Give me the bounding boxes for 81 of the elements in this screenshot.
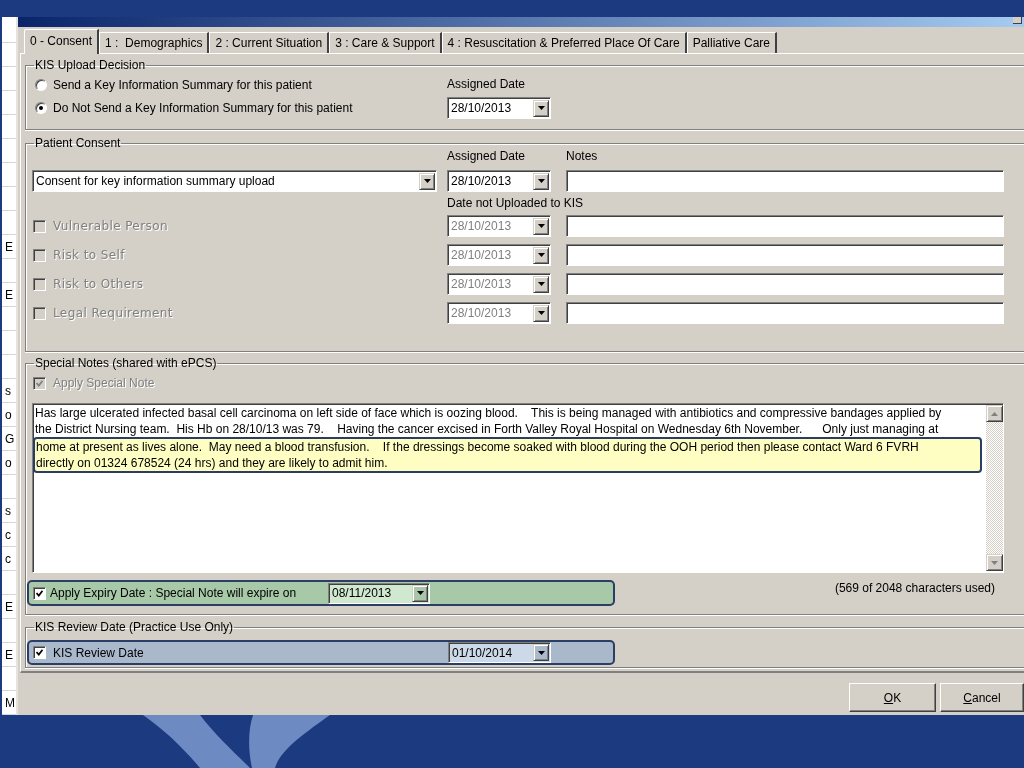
checkbox-label: KIS Review Date — [53, 645, 144, 660]
radio-button[interactable] — [35, 79, 47, 91]
background-text: E — [5, 647, 13, 662]
scroll-down-button[interactable] — [986, 554, 1003, 571]
field-label: Assigned Date — [447, 150, 526, 162]
special-note-field[interactable] — [32, 403, 1004, 573]
tab[interactable]: 3 : Care & Support — [329, 32, 442, 53]
checkbox-label: Legal Requirement — [53, 306, 173, 320]
background-text: o — [5, 455, 12, 470]
checkmark-icon — [36, 589, 43, 597]
checkmark-icon — [36, 379, 43, 387]
group-title: KIS Upload Decision — [34, 58, 147, 72]
notes-field[interactable] — [566, 244, 1004, 266]
date-dropdown[interactable]: 28/10/2013 — [447, 97, 551, 119]
checkbox-label: Vulnerable Person — [53, 219, 168, 233]
field-label: Assigned Date — [447, 77, 526, 91]
option-label: Do Not Send a Key Information Summary for this patient — [53, 101, 353, 115]
cancel-button[interactable]: Cancel — [940, 683, 1024, 712]
checkbox[interactable] — [33, 586, 46, 600]
checkbox-label: Apply Expiry Date : Special Note will expire on — [50, 586, 297, 600]
background-text: E — [5, 599, 13, 614]
caret-down-icon — [537, 311, 545, 315]
dropdown-button[interactable] — [419, 172, 435, 190]
date-dropdown[interactable]: 28/10/2013 — [447, 170, 551, 192]
notes-field[interactable] — [566, 302, 1004, 324]
caret-up-icon — [991, 411, 998, 416]
tab[interactable]: 2 : Current Situation — [209, 32, 330, 53]
date-dropdown[interactable]: 01/10/2014 — [448, 642, 551, 663]
background-text: E — [5, 239, 13, 254]
group-title: Patient Consent — [34, 136, 122, 150]
highlighted-note-text: home at present as lives alone. May need a blood transfusion. If the dressings become soaked with blood during the OOH period then please contact Ward 6 FVRH directly on 01324 678524 (24 hrs) and they are likely to admit him. — [33, 437, 982, 473]
caret-down-icon — [537, 106, 545, 110]
tab[interactable]: 1 : Demographics — [99, 32, 210, 53]
background-text: c — [5, 551, 11, 566]
option-label: Send a Key Information Summary for this patient — [53, 78, 312, 92]
title-bar-button[interactable] — [1013, 17, 1022, 24]
checkbox-label: Apply Special Note — [53, 376, 155, 390]
checkbox[interactable] — [33, 646, 46, 659]
caret-down-icon — [416, 591, 424, 595]
tab[interactable]: 4 : Resuscitation & Preferred Place Of Care — [441, 32, 687, 53]
caret-down-icon — [537, 253, 545, 257]
ok-button[interactable]: OK — [849, 683, 936, 712]
tab[interactable]: 0 - Consent — [24, 29, 100, 54]
radio-button[interactable] — [35, 102, 47, 114]
background-text: G — [5, 431, 15, 446]
background-text: M — [5, 695, 15, 710]
tab[interactable]: Palliative Care — [686, 32, 778, 53]
date-dropdown[interactable]: 08/11/2013 — [328, 582, 430, 604]
background-text: E — [5, 287, 13, 302]
caret-down-icon — [537, 282, 545, 286]
dropdown-button[interactable] — [533, 246, 549, 264]
field-label: Date not Uploaded to KIS — [447, 197, 584, 209]
background-text: s — [5, 503, 11, 518]
dropdown-button[interactable] — [533, 304, 549, 322]
caret-down-icon — [423, 179, 431, 183]
checkbox-label: Risk to Self — [53, 248, 125, 262]
notes-field[interactable] — [566, 170, 1004, 192]
group-title: KIS Review Date (Practice Use Only) — [34, 620, 235, 634]
caret-down-icon — [537, 179, 545, 183]
group-title: Special Notes (shared with ePCS) — [34, 356, 218, 370]
dropdown-button[interactable] — [533, 217, 549, 235]
consent-dropdown[interactable]: Consent for key information summary upload — [32, 170, 437, 192]
dropdown-button[interactable] — [533, 99, 549, 117]
background-text: o — [5, 407, 12, 422]
background-text: s — [5, 383, 11, 398]
character-count: (569 of 2048 characters used) — [834, 581, 995, 595]
checkbox-label: Risk to Others — [53, 277, 144, 291]
scroll-up-button[interactable] — [986, 405, 1003, 422]
field-label: Notes — [566, 150, 598, 162]
dropdown-button[interactable] — [412, 584, 428, 602]
dropdown-button[interactable] — [533, 275, 549, 293]
caret-down-icon — [537, 224, 545, 228]
background-text: c — [5, 527, 11, 542]
checkmark-icon — [36, 649, 43, 656]
radio-dot-icon — [39, 106, 43, 110]
caret-down-icon — [537, 650, 545, 655]
dropdown-button[interactable] — [533, 172, 549, 190]
notes-field[interactable] — [566, 273, 1004, 295]
caret-down-icon — [991, 560, 998, 565]
notes-field[interactable] — [566, 215, 1004, 237]
dropdown-button[interactable] — [533, 644, 549, 661]
